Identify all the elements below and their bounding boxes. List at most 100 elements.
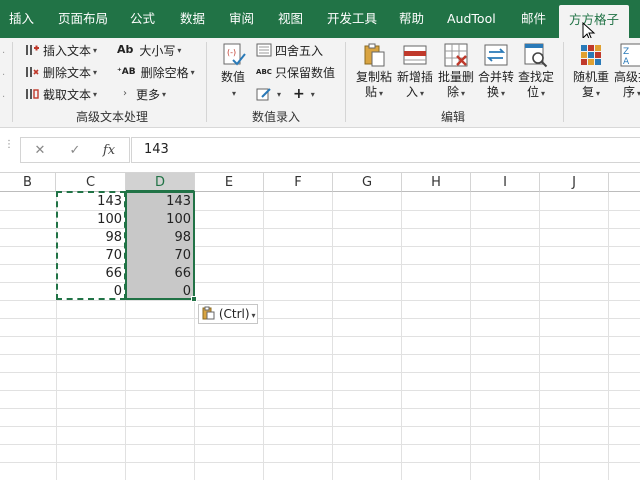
paste-options-button[interactable]: (Ctrl) ▾ [198, 304, 258, 324]
column-header-d[interactable]: D [126, 172, 195, 192]
column-header-j[interactable]: J [540, 172, 609, 192]
insert-text-button[interactable]: 插入文本 ▾ [24, 41, 97, 59]
delete-text-button[interactable]: 删除文本 ▾ [24, 63, 97, 81]
random-repeat-label-2: 复 [581, 85, 594, 99]
more-icon: › [123, 88, 127, 99]
tab-mail[interactable]: 邮件 [521, 0, 546, 38]
edit-value-button[interactable]: ▾ [256, 85, 281, 103]
column-header-b[interactable]: B [0, 172, 56, 192]
batch-delete-label-2: 除 [446, 85, 459, 99]
column-header-i[interactable]: I [471, 172, 540, 192]
formula-input[interactable]: 143 [131, 137, 640, 163]
ribbon: · · · 插入文本 ▾ 删除文本 ▾ 截取文本 ▾ Ab 大小写 ▾ ⁺AB 删除空格… [0, 38, 640, 128]
copy-paste-button[interactable]: 复制粘 贴 ▾ [354, 42, 394, 101]
find-icon [524, 43, 548, 68]
cancel-icon[interactable]: ✕ [28, 139, 52, 163]
delete-text-icon [24, 65, 40, 79]
selection-border [125, 191, 195, 300]
add-button[interactable]: + ▾ [293, 85, 315, 103]
merge-convert-label-1: 合并转 [477, 70, 514, 84]
keep-values-label: 只保留数值 [275, 65, 336, 80]
change-case-label: 大小写 [139, 43, 176, 58]
copy-marquee [56, 191, 126, 300]
merge-icon [484, 44, 508, 66]
group-separator [345, 42, 346, 122]
round-label: 四舍五入 [275, 43, 324, 58]
tab-data[interactable]: 数据 [180, 0, 205, 38]
grid-line [0, 354, 640, 355]
advanced-sort-button[interactable]: Z A 高级排 序▾ [612, 42, 640, 101]
random-repeat-label-1: 随机重 [572, 70, 609, 84]
drag-handle-icon[interactable]: ⋮ [4, 140, 14, 150]
merge-convert-label-2: 换 [486, 85, 499, 99]
svg-text:(-): (-) [227, 48, 236, 57]
grid-line [0, 336, 640, 337]
column-header-c[interactable]: C [56, 172, 126, 192]
column-header-k[interactable] [609, 172, 640, 192]
group-separator [206, 42, 207, 122]
insert-rows-icon [403, 45, 427, 65]
copy-paste-label-2: 贴 [364, 85, 377, 99]
column-header-e[interactable]: E [195, 172, 264, 192]
extract-text-button[interactable]: 截取文本 ▾ [24, 85, 97, 103]
column-header-g[interactable]: G [333, 172, 402, 192]
more-label: 更多 [136, 87, 161, 102]
partial-icon: · [2, 92, 6, 103]
find-locate-button[interactable]: 查找定 位 ▾ [516, 42, 556, 101]
tab-view[interactable]: 视图 [278, 0, 303, 38]
tab-help[interactable]: 帮助 [399, 0, 424, 38]
batch-delete-label-1: 批量删 [437, 70, 474, 84]
group-label-advanced-text: 高级文本处理 [76, 110, 149, 124]
more-button[interactable]: › 更多 ▾ [117, 85, 166, 103]
remove-spaces-button[interactable]: ⁺AB 删除空格 ▾ [117, 63, 195, 81]
random-grid-icon [581, 45, 601, 65]
grid-line [0, 462, 640, 463]
round-button[interactable]: 四舍五入 [256, 41, 323, 59]
value-button[interactable]: (-) 数值 ▾ [216, 42, 250, 101]
tab-insert[interactable]: 插入 [9, 0, 34, 38]
partial-icon: · [2, 70, 6, 81]
advanced-sort-label-2: 序 [622, 85, 635, 99]
round-icon [256, 43, 272, 57]
tab-formulas[interactable]: 公式 [130, 0, 155, 38]
svg-text:Z: Z [623, 47, 629, 57]
extract-text-label: 截取文本 [43, 87, 92, 102]
column-header-h[interactable]: H [402, 172, 471, 192]
tab-review[interactable]: 审阅 [229, 0, 254, 38]
fill-handle[interactable] [191, 296, 197, 302]
svg-text:A: A [623, 57, 630, 67]
edit-icon [256, 87, 272, 101]
remove-spaces-icon: ⁺AB [117, 67, 136, 77]
value-icon: (-) [223, 43, 246, 66]
insert-function-icon[interactable]: fx [97, 139, 121, 163]
insert-text-label: 插入文本 [43, 43, 92, 58]
tab-page-layout[interactable]: 页面布局 [58, 0, 108, 38]
tab-audtool[interactable]: AudTool [447, 0, 496, 38]
add-insert-button[interactable]: 新增插 入 ▾ [395, 42, 435, 101]
extract-text-icon [24, 87, 40, 101]
grid-line [0, 318, 640, 319]
find-locate-label-2: 位 [526, 85, 539, 99]
copy-paste-label-1: 复制粘 [355, 70, 392, 84]
keep-values-button[interactable]: ABC 只保留数值 [256, 63, 335, 81]
advanced-sort-label-1: 高级排 [613, 70, 640, 84]
paste-options-label: (Ctrl) [218, 307, 250, 321]
group-separator [12, 42, 13, 122]
random-repeat-button[interactable]: 随机重 复 ▾ [571, 42, 611, 101]
insert-text-icon [24, 43, 40, 57]
confirm-icon[interactable]: ✓ [63, 139, 87, 163]
group-label-number-entry: 数值录入 [252, 110, 301, 124]
delete-grid-icon [444, 43, 468, 67]
change-case-button[interactable]: Ab 大小写 ▾ [117, 41, 181, 59]
tab-developer[interactable]: 开发工具 [327, 0, 377, 38]
column-header-f[interactable]: F [264, 172, 333, 192]
add-insert-label-2: 入 [405, 85, 418, 99]
merge-convert-button[interactable]: 合并转 换 ▾ [476, 42, 516, 101]
grid-line [0, 426, 640, 427]
change-case-icon: Ab [117, 43, 134, 56]
sort-az-icon: Z A [620, 43, 640, 67]
batch-delete-button[interactable]: 批量删 除 ▾ [436, 42, 476, 101]
grid-line [0, 390, 640, 391]
clipboard-paste-icon [202, 306, 219, 321]
find-locate-label-1: 查找定 [517, 70, 554, 84]
